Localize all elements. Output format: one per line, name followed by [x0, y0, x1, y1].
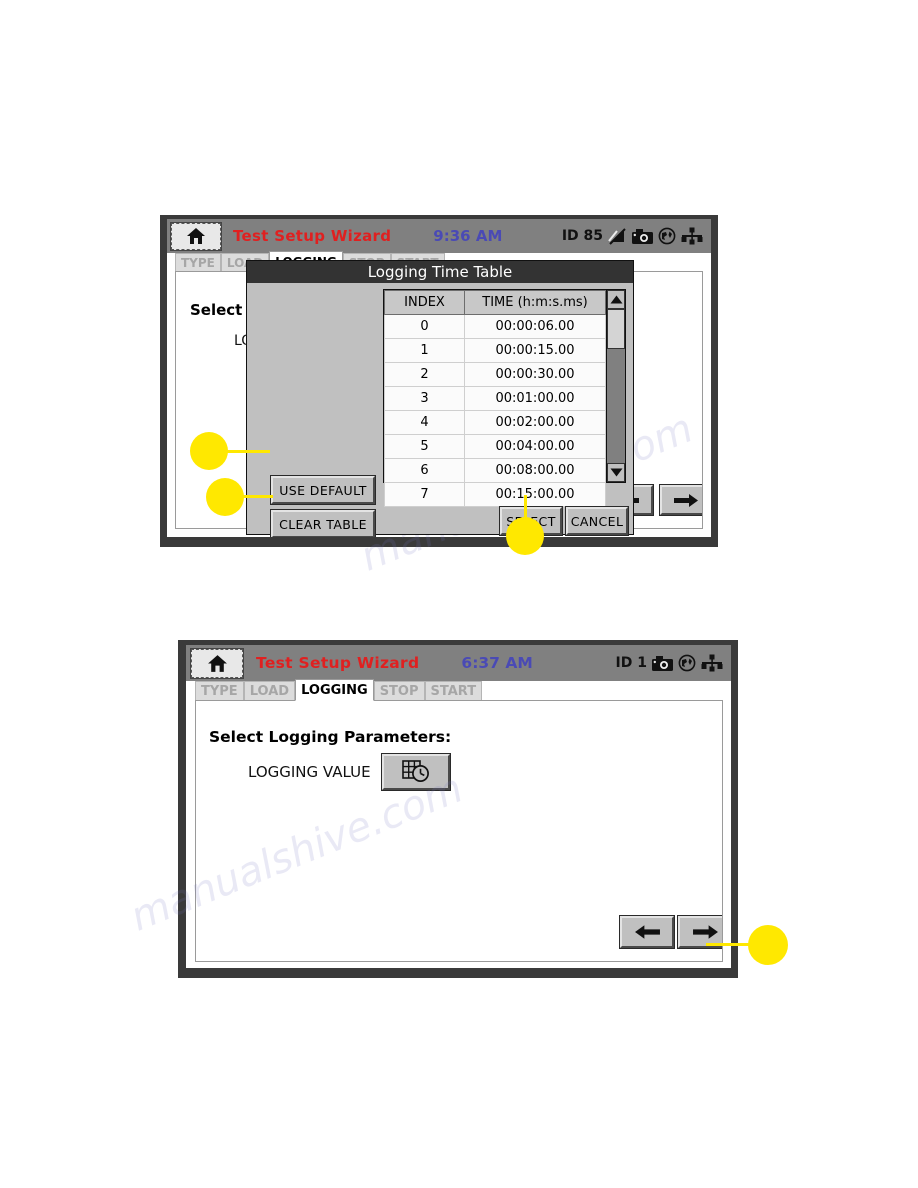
- scroll-up-arrow-icon: [610, 295, 622, 304]
- cell-index: 0: [384, 314, 465, 339]
- tab-load[interactable]: LOAD: [243, 681, 296, 701]
- tab-start[interactable]: START: [424, 681, 483, 701]
- col-index: INDEX: [384, 290, 465, 315]
- clear-table-button[interactable]: CLEAR TABLE: [270, 509, 376, 537]
- scroll-down-arrow-icon: [610, 468, 622, 477]
- scroll-up-button[interactable]: [607, 290, 625, 309]
- callout-dot-next: [748, 925, 788, 965]
- titlebar-1: Test Setup Wizard 9:36 AM ID 85: [167, 219, 711, 253]
- dialog-body: INDEX TIME (h:m:s.ms) 0 00:00:06.00 1 00…: [247, 283, 633, 537]
- clock: 6:37 AM: [461, 654, 533, 672]
- cell-time: 00:15:00.00: [464, 482, 606, 507]
- globe-icon: [658, 227, 676, 245]
- cell-index: 1: [384, 338, 465, 363]
- table-row[interactable]: 7 00:15:00.00: [384, 482, 606, 507]
- logging-time-table-dialog: Logging Time Table INDEX TIME (h:m:s.ms): [246, 260, 634, 537]
- device-id: ID 85: [561, 228, 603, 244]
- cell-time: 00:00:30.00: [464, 362, 606, 387]
- home-icon: [207, 654, 227, 672]
- cell-index: 4: [384, 410, 465, 435]
- tabstrip-2: TYPE LOAD LOGGING STOP START: [195, 679, 483, 701]
- app-title: Test Setup Wizard: [256, 654, 420, 672]
- globe-icon: [678, 654, 696, 672]
- table-header-row: INDEX TIME (h:m:s.ms): [384, 290, 606, 315]
- dialog-title: Logging Time Table: [247, 261, 633, 283]
- scrollbar-thumb[interactable]: [607, 309, 625, 349]
- cancel-label: CANCEL: [570, 513, 624, 529]
- home-button[interactable]: [170, 221, 222, 251]
- titlebar-2: Test Setup Wizard 6:37 AM ID 1: [186, 645, 731, 681]
- cell-index: 5: [384, 434, 465, 459]
- table-row[interactable]: 3 00:01:00.00: [384, 386, 606, 411]
- signal-off-icon: [608, 227, 626, 245]
- device-1-display: Test Setup Wizard 9:36 AM ID 85 TYPE Sel…: [167, 219, 711, 537]
- status-icons-1: ID 85: [562, 227, 703, 245]
- scrollbar-track[interactable]: [607, 309, 625, 463]
- device-screen-2: Test Setup Wizard 6:37 AM ID 1 TYPE LOAD…: [178, 640, 738, 978]
- home-icon: [187, 228, 205, 244]
- cell-time: 00:00:06.00: [464, 314, 606, 339]
- camera-icon: [652, 655, 673, 671]
- home-button[interactable]: [190, 647, 244, 679]
- page-heading: Select Logging Parameters:: [209, 728, 452, 746]
- device-2-display: Test Setup Wizard 6:37 AM ID 1 TYPE LOAD…: [186, 645, 731, 968]
- use-default-button[interactable]: USE DEFAULT: [270, 475, 376, 505]
- logging-value-button[interactable]: [381, 753, 451, 791]
- network-icon: [701, 654, 723, 672]
- tab-label: LOGGING: [301, 683, 368, 698]
- app-title: Test Setup Wizard: [233, 227, 392, 245]
- table-row[interactable]: 4 00:02:00.00: [384, 410, 606, 435]
- callout-dot-select: [506, 517, 544, 555]
- cancel-button[interactable]: CANCEL: [565, 506, 629, 536]
- cell-time: 00:08:00.00: [464, 458, 606, 483]
- next-arrow-icon: [692, 925, 718, 939]
- cell-time: 00:04:00.00: [464, 434, 606, 459]
- callout-dot-clear-table: [206, 478, 244, 516]
- cell-index: 3: [384, 386, 465, 411]
- tab-type[interactable]: TYPE: [195, 681, 244, 701]
- scroll-down-button[interactable]: [607, 463, 625, 482]
- tab-label: TYPE: [181, 256, 215, 270]
- back-arrow-icon: [634, 925, 660, 939]
- tab-label: LOAD: [249, 684, 290, 699]
- table-scrollbar[interactable]: [606, 290, 625, 482]
- cell-time: 00:02:00.00: [464, 410, 606, 435]
- status-icons-2: ID 1: [616, 654, 723, 672]
- time-table: INDEX TIME (h:m:s.ms) 0 00:00:06.00 1 00…: [384, 290, 606, 507]
- next-button[interactable]: [659, 484, 702, 516]
- next-arrow-icon: [674, 493, 698, 507]
- clear-table-label: CLEAR TABLE: [279, 516, 367, 532]
- cell-time: 00:00:15.00: [464, 338, 606, 363]
- device-id: ID 1: [615, 655, 647, 671]
- table-row[interactable]: 6 00:08:00.00: [384, 458, 606, 483]
- network-icon: [681, 227, 703, 245]
- col-time: TIME (h:m:s.ms): [464, 290, 606, 315]
- logging-value-label: LOGGING VALUE: [248, 763, 371, 781]
- cell-index: 7: [384, 482, 465, 507]
- tab-stop[interactable]: STOP: [373, 681, 425, 701]
- cell-index: 6: [384, 458, 465, 483]
- use-default-label: USE DEFAULT: [279, 482, 367, 498]
- tab-label: TYPE: [201, 684, 238, 699]
- table-body: 0 00:00:06.00 1 00:00:15.00 2 00:00:30.0…: [384, 314, 606, 507]
- tab-type[interactable]: TYPE: [175, 253, 221, 272]
- cell-time: 00:01:00.00: [464, 386, 606, 411]
- table-row[interactable]: 1 00:00:15.00: [384, 338, 606, 363]
- clock: 9:36 AM: [433, 227, 503, 245]
- table-clock-icon: [402, 760, 429, 782]
- table-row[interactable]: 2 00:00:30.00: [384, 362, 606, 387]
- back-button[interactable]: [619, 915, 675, 949]
- callout-dot-use-default: [190, 432, 228, 470]
- logging-time-table: INDEX TIME (h:m:s.ms) 0 00:00:06.00 1 00…: [383, 289, 626, 507]
- page-body-2: Select Logging Parameters: LOGGING VALUE: [195, 700, 723, 962]
- tab-logging[interactable]: LOGGING: [295, 679, 374, 701]
- tab-label: STOP: [379, 684, 419, 699]
- camera-icon: [632, 228, 653, 244]
- table-row[interactable]: 0 00:00:06.00: [384, 314, 606, 339]
- cell-index: 2: [384, 362, 465, 387]
- tab-label: START: [430, 684, 477, 699]
- table-row[interactable]: 5 00:04:00.00: [384, 434, 606, 459]
